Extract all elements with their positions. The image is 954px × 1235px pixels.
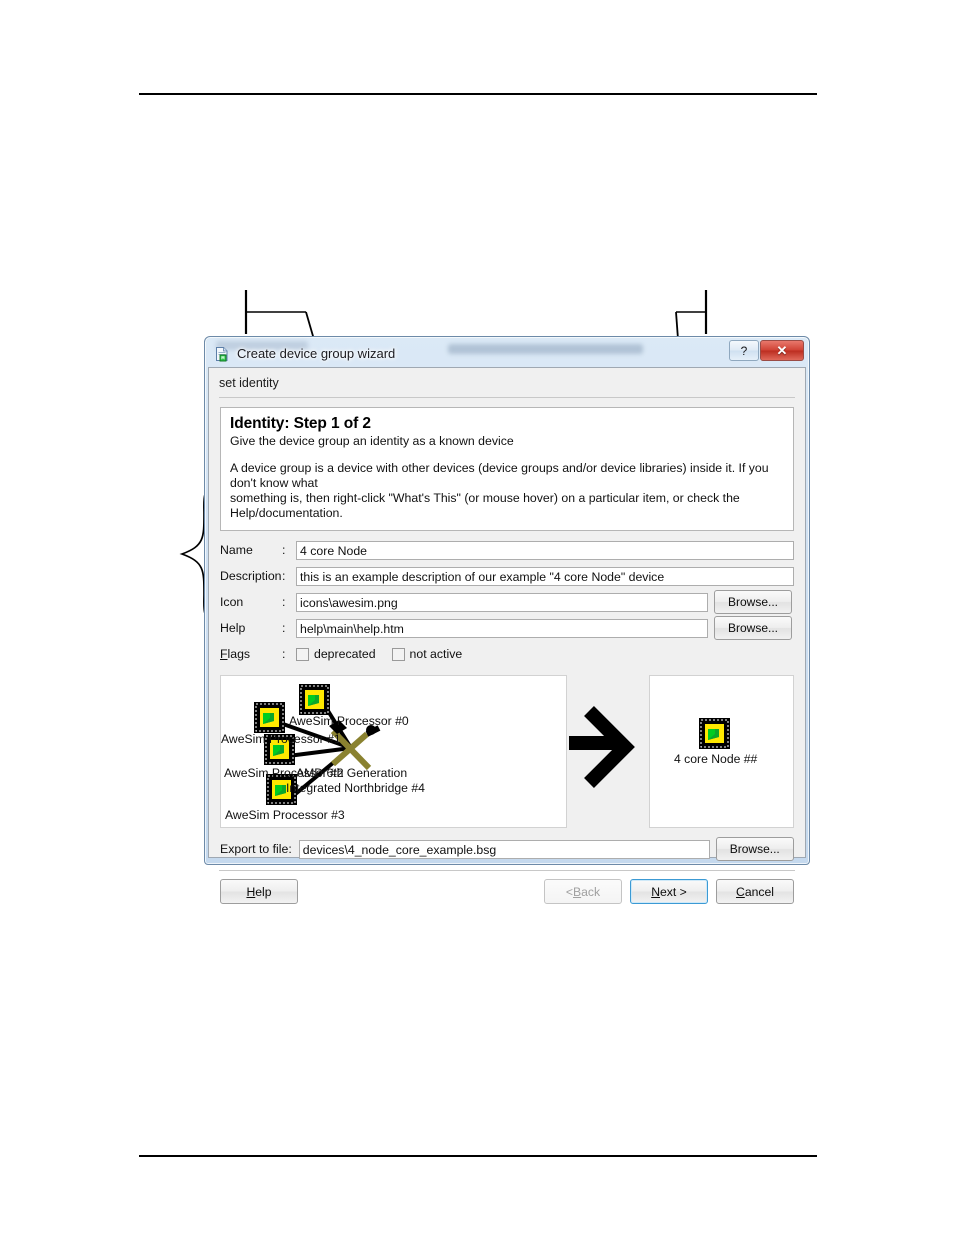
close-icon[interactable]: ✕: [760, 340, 804, 361]
identity-form: Name : 4 core Node Description : this is…: [220, 537, 794, 667]
cancel-button-mnemonic: C: [736, 884, 745, 899]
help-browse-button[interactable]: Browse...: [714, 616, 792, 640]
export-file-input[interactable]: devices\4_node_core_example.bsg: [298, 839, 710, 859]
back-button-rest: ack: [581, 884, 601, 899]
source-device-graph-panel[interactable]: AweSim Processor #0 AweSim Processor #1 …: [220, 675, 567, 828]
description-input[interactable]: this is an example description of our ex…: [296, 566, 794, 586]
device-icon-processor-1[interactable]: [254, 702, 285, 733]
next-button[interactable]: Next >: [630, 879, 708, 904]
help-colon: :: [282, 621, 286, 635]
export-label: Export to file:: [220, 842, 292, 856]
help-question-icon[interactable]: ?: [729, 340, 759, 361]
dialog-titlebar[interactable]: Create device group wizard ? ✕: [208, 340, 806, 367]
preview-area: AweSim Processor #0 AweSim Processor #1 …: [220, 675, 794, 828]
cancel-button-rest: ancel: [744, 884, 774, 899]
form-row-icon: Icon : icons\awesim.png Browse...: [220, 589, 794, 615]
description-colon: :: [282, 569, 286, 583]
name-input[interactable]: 4 core Node: [296, 540, 794, 560]
node-label-result: 4 core Node ##: [674, 752, 758, 766]
icon-browse-button[interactable]: Browse...: [714, 590, 792, 614]
transform-arrow-container: [567, 675, 649, 828]
device-icon-result-node[interactable]: [699, 718, 730, 749]
node-label-processor-0: AweSim Processor #0: [289, 714, 409, 728]
banner-divider: [219, 397, 795, 398]
form-row-description: Description : this is an example descrip…: [220, 563, 794, 589]
help-label: Help: [220, 621, 246, 635]
icon-input[interactable]: icons\awesim.png: [296, 592, 708, 612]
node-label-northbridge: Integrated Northbridge #4: [286, 781, 425, 795]
titlebar-blur-artifact-center: [448, 344, 643, 354]
step-subtitle: Give the device group an identity as a k…: [230, 434, 514, 448]
form-row-name: Name : 4 core Node: [220, 537, 794, 563]
node-label-processor-1: AweSim Processor #1: [221, 732, 341, 746]
not-active-checkbox[interactable]: [391, 647, 405, 661]
device-icon-processor-0[interactable]: [299, 684, 330, 715]
icon-colon: :: [282, 595, 286, 609]
dialog-title: Create device group wizard: [237, 346, 396, 361]
step-body-line1: A device group is a device with other de…: [230, 461, 769, 490]
wizard-banner-text: set identity: [219, 376, 279, 390]
arrow-right-icon: [569, 706, 635, 788]
help-button[interactable]: Help: [220, 879, 298, 904]
back-button[interactable]: < Back: [544, 879, 622, 904]
not-active-label[interactable]: not active: [410, 647, 463, 661]
dialog-client-area: set identity Identity: Step 1 of 2 Give …: [208, 367, 806, 904]
flags-colon: :: [282, 647, 286, 661]
step-title: Identity: Step 1 of 2: [230, 415, 371, 432]
step-body: A device group is a device with other de…: [230, 461, 784, 521]
icon-label: Icon: [220, 595, 244, 609]
deprecated-checkbox[interactable]: [296, 647, 309, 661]
titlebar-buttons[interactable]: ? ✕: [728, 340, 804, 361]
dialog-buttons: Help < Back Next > Cancel: [220, 879, 794, 904]
help-input[interactable]: help\main\help.htm: [296, 618, 708, 638]
next-button-mnemonic: N: [651, 884, 661, 899]
next-button-rest: ext >: [660, 884, 687, 899]
flags-mnemonic: F: [220, 647, 228, 661]
help-button-mnemonic: H: [246, 884, 256, 899]
instructions-panel: Identity: Step 1 of 2 Give the device gr…: [220, 407, 794, 531]
result-device-panel[interactable]: 4 core Node ##: [649, 675, 794, 828]
help-button-rest: elp: [255, 884, 272, 899]
name-label: Name: [220, 543, 253, 557]
document-green-icon: [214, 346, 230, 362]
back-button-mnemonic: B: [573, 884, 582, 899]
create-device-group-wizard-dialog[interactable]: Create device group wizard ? ✕ set ident…: [204, 336, 810, 904]
form-row-help: Help : help\main\help.htm Browse...: [220, 615, 794, 641]
node-label-processor-3: AweSim Processor #3: [225, 808, 345, 822]
page-footer-rule: [139, 1155, 817, 1157]
description-label: Description: [220, 569, 282, 583]
step-body-line2: something is, then right-click "What's T…: [230, 491, 740, 520]
export-browse-button[interactable]: Browse...: [715, 837, 794, 861]
footer-divider: [219, 870, 795, 871]
deprecated-label[interactable]: deprecated: [314, 647, 376, 661]
flags-label: Flags: [220, 647, 282, 661]
node-label-amd-generation: AMD 6th Generation: [296, 766, 408, 780]
page-header-rule: [139, 93, 817, 95]
export-row: Export to file: devices\4_node_core_exam…: [220, 837, 794, 861]
cancel-button[interactable]: Cancel: [716, 879, 794, 904]
flags-label-rest: lags: [227, 647, 251, 661]
name-colon: :: [282, 543, 286, 557]
form-row-flags: Flags : deprecated not active: [220, 641, 794, 667]
wizard-banner: set identity: [209, 368, 805, 390]
